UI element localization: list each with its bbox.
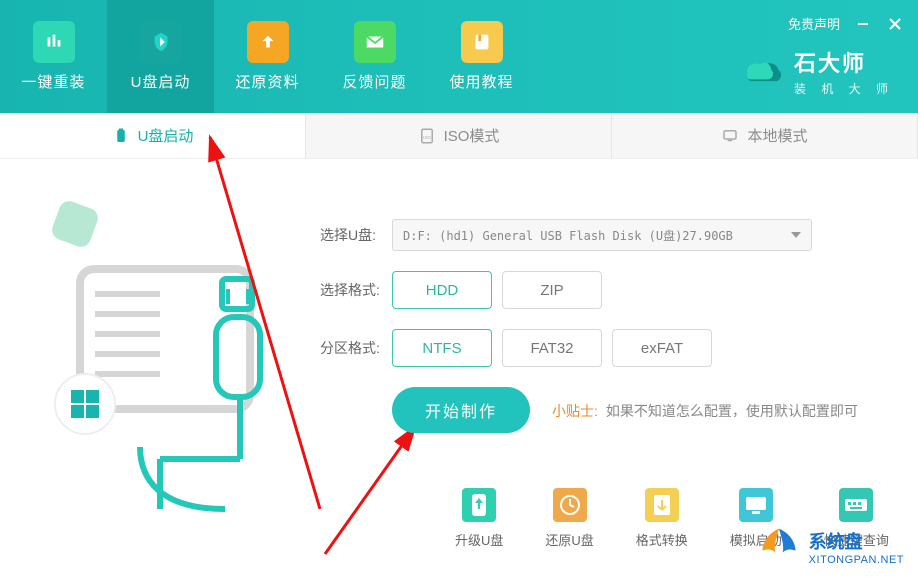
usb-illustration <box>40 189 300 519</box>
main-content: 选择U盘: D:F: (hd1) General USB Flash Disk … <box>0 159 918 579</box>
usb-dropdown-value: D:F: (hd1) General USB Flash Disk (U盘)27… <box>403 227 733 244</box>
reinstall-icon <box>33 21 75 63</box>
mode-tab-usb[interactable]: U盘启动 <box>0 113 306 158</box>
mode-tab-iso[interactable]: ISO ISO模式 <box>306 113 612 158</box>
label-select-usb: 选择U盘: <box>320 225 392 245</box>
tool-restore-usb[interactable]: 还原U盘 <box>545 488 593 549</box>
nav-tabs: 一键重装 U盘启动 还原资料 反馈问题 使用教程 <box>0 0 535 113</box>
format-option-hdd[interactable]: HDD <box>392 271 492 309</box>
tutorial-icon <box>461 21 503 63</box>
feedback-icon <box>354 21 396 63</box>
restore-usb-icon <box>553 488 587 522</box>
mode-bar: U盘启动 ISO ISO模式 本地模式 <box>0 113 918 159</box>
usb-icon <box>112 127 130 145</box>
partition-option-fat32[interactable]: FAT32 <box>502 329 602 367</box>
shortcut-lookup-icon <box>839 488 873 522</box>
usb-dropdown[interactable]: D:F: (hd1) General USB Flash Disk (U盘)27… <box>392 219 812 251</box>
watermark-logo-icon <box>757 525 801 569</box>
brand-tagline: 装 机 大 师 <box>794 80 894 97</box>
iso-icon: ISO <box>418 127 436 145</box>
row-select-format: 选择格式: HDD ZIP <box>320 271 880 309</box>
tool-label: 还原U盘 <box>545 530 593 549</box>
partition-option-exfat[interactable]: exFAT <box>612 329 712 367</box>
tool-format-convert[interactable]: 格式转换 <box>636 488 688 549</box>
label-partition-format: 分区格式: <box>320 338 392 358</box>
mode-label: 本地模式 <box>747 125 807 146</box>
app-header: 一键重装 U盘启动 还原资料 反馈问题 使用教程 免责声 <box>0 0 918 113</box>
mode-label: ISO模式 <box>444 125 500 146</box>
row-action: 开始制作 小贴士: 如果不知道怎么配置，使用默认配置即可 <box>320 387 880 433</box>
format-option-zip[interactable]: ZIP <box>502 271 602 309</box>
nav-tab-usbboot[interactable]: U盘启动 <box>107 0 214 113</box>
close-button[interactable] <box>886 15 904 33</box>
format-convert-icon <box>645 488 679 522</box>
partition-option-ntfs[interactable]: NTFS <box>392 329 492 367</box>
nav-label: 一键重装 <box>21 71 85 92</box>
mode-label: U盘启动 <box>138 125 194 146</box>
upgrade-usb-icon <box>462 488 496 522</box>
nav-tab-reinstall[interactable]: 一键重装 <box>0 0 107 113</box>
tip-text: 如果不知道怎么配置，使用默认配置即可 <box>606 401 858 421</box>
form-area: 选择U盘: D:F: (hd1) General USB Flash Disk … <box>320 219 880 453</box>
label-select-format: 选择格式: <box>320 280 392 300</box>
local-icon <box>721 127 739 145</box>
mode-tab-local[interactable]: 本地模式 <box>612 113 918 158</box>
tool-label: 格式转换 <box>636 530 688 549</box>
disclaimer-link[interactable]: 免责声明 <box>788 14 840 33</box>
row-select-usb: 选择U盘: D:F: (hd1) General USB Flash Disk … <box>320 219 880 251</box>
svg-text:ISO: ISO <box>423 135 431 140</box>
usb-boot-icon <box>140 21 182 63</box>
tool-label: 升级U盘 <box>455 530 503 549</box>
window-controls: 免责声明 <box>788 14 904 33</box>
nav-label: 使用教程 <box>449 71 513 92</box>
format-option-group: HDD ZIP <box>392 271 602 309</box>
row-partition-format: 分区格式: NTFS FAT32 exFAT <box>320 329 880 367</box>
nav-label: 还原资料 <box>235 71 299 92</box>
partition-option-group: NTFS FAT32 exFAT <box>392 329 712 367</box>
tool-upgrade-usb[interactable]: 升级U盘 <box>455 488 503 549</box>
nav-tab-feedback[interactable]: 反馈问题 <box>321 0 428 113</box>
nav-label: 反馈问题 <box>342 71 406 92</box>
simulate-boot-icon <box>739 488 773 522</box>
nav-label: U盘启动 <box>131 71 191 92</box>
nav-tab-restore[interactable]: 还原资料 <box>214 0 321 113</box>
chevron-down-icon <box>791 232 801 238</box>
nav-tab-tutorial[interactable]: 使用教程 <box>428 0 535 113</box>
watermark: 系统盘 XITONGPAN.NET <box>757 525 904 569</box>
minimize-button[interactable] <box>854 15 872 33</box>
brand-name: 石大师 <box>794 46 894 78</box>
tip-label: 小贴士: <box>552 401 598 421</box>
watermark-url: XITONGPAN.NET <box>809 554 904 566</box>
brand-logo-icon <box>740 50 784 94</box>
start-create-button[interactable]: 开始制作 <box>392 387 530 433</box>
watermark-title: 系统盘 <box>809 532 863 552</box>
tip-row: 小贴士: 如果不知道怎么配置，使用默认配置即可 <box>552 401 858 421</box>
brand: 石大师 装 机 大 师 <box>740 46 894 97</box>
restore-icon <box>247 21 289 63</box>
